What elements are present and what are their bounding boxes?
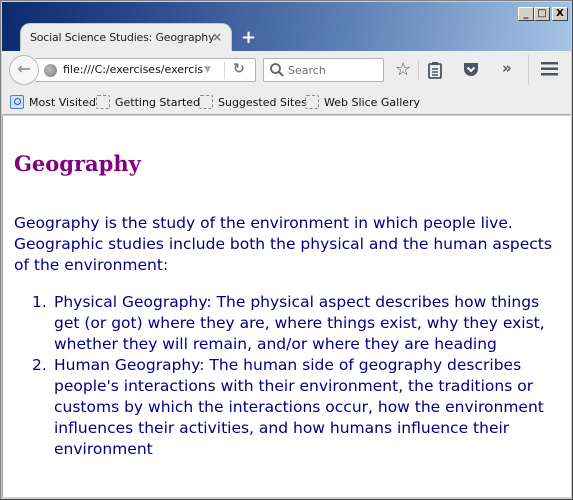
bookmark-suggested-sites[interactable]: Suggested Sites: [199, 95, 307, 109]
minimize-button[interactable]: _: [518, 7, 534, 21]
close-window-button[interactable]: X: [552, 7, 568, 21]
bookmark-getting-started[interactable]: Getting Started: [96, 95, 200, 109]
bookmark-label: Most Visited: [29, 95, 96, 109]
new-tab-button[interactable]: +: [241, 27, 256, 48]
list-number: 1.: [32, 293, 47, 311]
maximize-button[interactable]: □: [534, 7, 550, 21]
tab-close-icon[interactable]: ×: [212, 30, 222, 44]
placeholder-icon: [96, 95, 110, 109]
bookmarks-toolbar: Most Visited Getting Started Suggested S…: [2, 89, 571, 115]
url-input[interactable]: file:///C:/exercises/exercise: [63, 63, 203, 76]
pocket-icon[interactable]: [462, 60, 480, 78]
toolbar-separator: [528, 55, 529, 85]
hamburger-menu-icon[interactable]: [541, 61, 558, 77]
list-number: 2.: [32, 356, 47, 374]
bookmark-label: Suggested Sites: [218, 95, 307, 109]
window-controls: _ □ X: [518, 7, 568, 21]
bookmark-star-icon[interactable]: ☆: [395, 59, 411, 80]
globe-icon: [44, 64, 57, 77]
tab-active[interactable]: Social Science Studies: Geography ×: [20, 23, 232, 53]
intro-paragraph: Geography is the study of the environmen…: [14, 214, 552, 274]
search-input[interactable]: Search: [288, 64, 326, 77]
bookmark-label: Web Slice Gallery: [324, 95, 421, 109]
list-item-text: Human Geography: The human side of geogr…: [54, 356, 544, 458]
reading-list-icon[interactable]: [427, 61, 443, 79]
back-button[interactable]: ←: [9, 55, 39, 85]
list-item: 1. Physical Geography: The physical aspe…: [14, 292, 569, 355]
url-separator: [224, 62, 225, 79]
overflow-chevron-icon[interactable]: »: [502, 59, 512, 77]
search-box[interactable]: Search: [263, 58, 384, 82]
placeholder-icon: [305, 95, 319, 109]
toolbar-separator: [418, 60, 419, 80]
title-bar[interactable]: _ □ X Social Science Studies: Geography …: [2, 2, 571, 53]
bookmark-most-visited[interactable]: Most Visited: [10, 95, 96, 109]
browser-window: _ □ X Social Science Studies: Geography …: [0, 0, 573, 500]
most-visited-icon: [10, 95, 24, 109]
bookmark-web-slice-gallery[interactable]: Web Slice Gallery: [305, 95, 420, 109]
list-item: 2. Human Geography: The human side of ge…: [14, 355, 569, 460]
placeholder-icon: [199, 95, 213, 109]
page-title: Geography: [14, 151, 141, 176]
bookmark-label: Getting Started: [115, 95, 201, 109]
geography-list: 1. Physical Geography: The physical aspe…: [14, 292, 569, 460]
page-content: Geography Geography is the study of the …: [2, 116, 571, 497]
url-bar[interactable]: file:///C:/exercises/exercise ▼ ↻: [36, 58, 256, 82]
tab-title: Social Science Studies: Geography: [30, 31, 215, 44]
list-item-text: Physical Geography: The physical aspect …: [54, 293, 545, 353]
navigation-toolbar: file:///C:/exercises/exercise ▼ ↻ ← Sear…: [2, 51, 571, 89]
search-icon: [270, 63, 284, 77]
url-history-dropdown-icon[interactable]: ▼: [204, 65, 211, 75]
reload-icon[interactable]: ↻: [233, 61, 245, 77]
